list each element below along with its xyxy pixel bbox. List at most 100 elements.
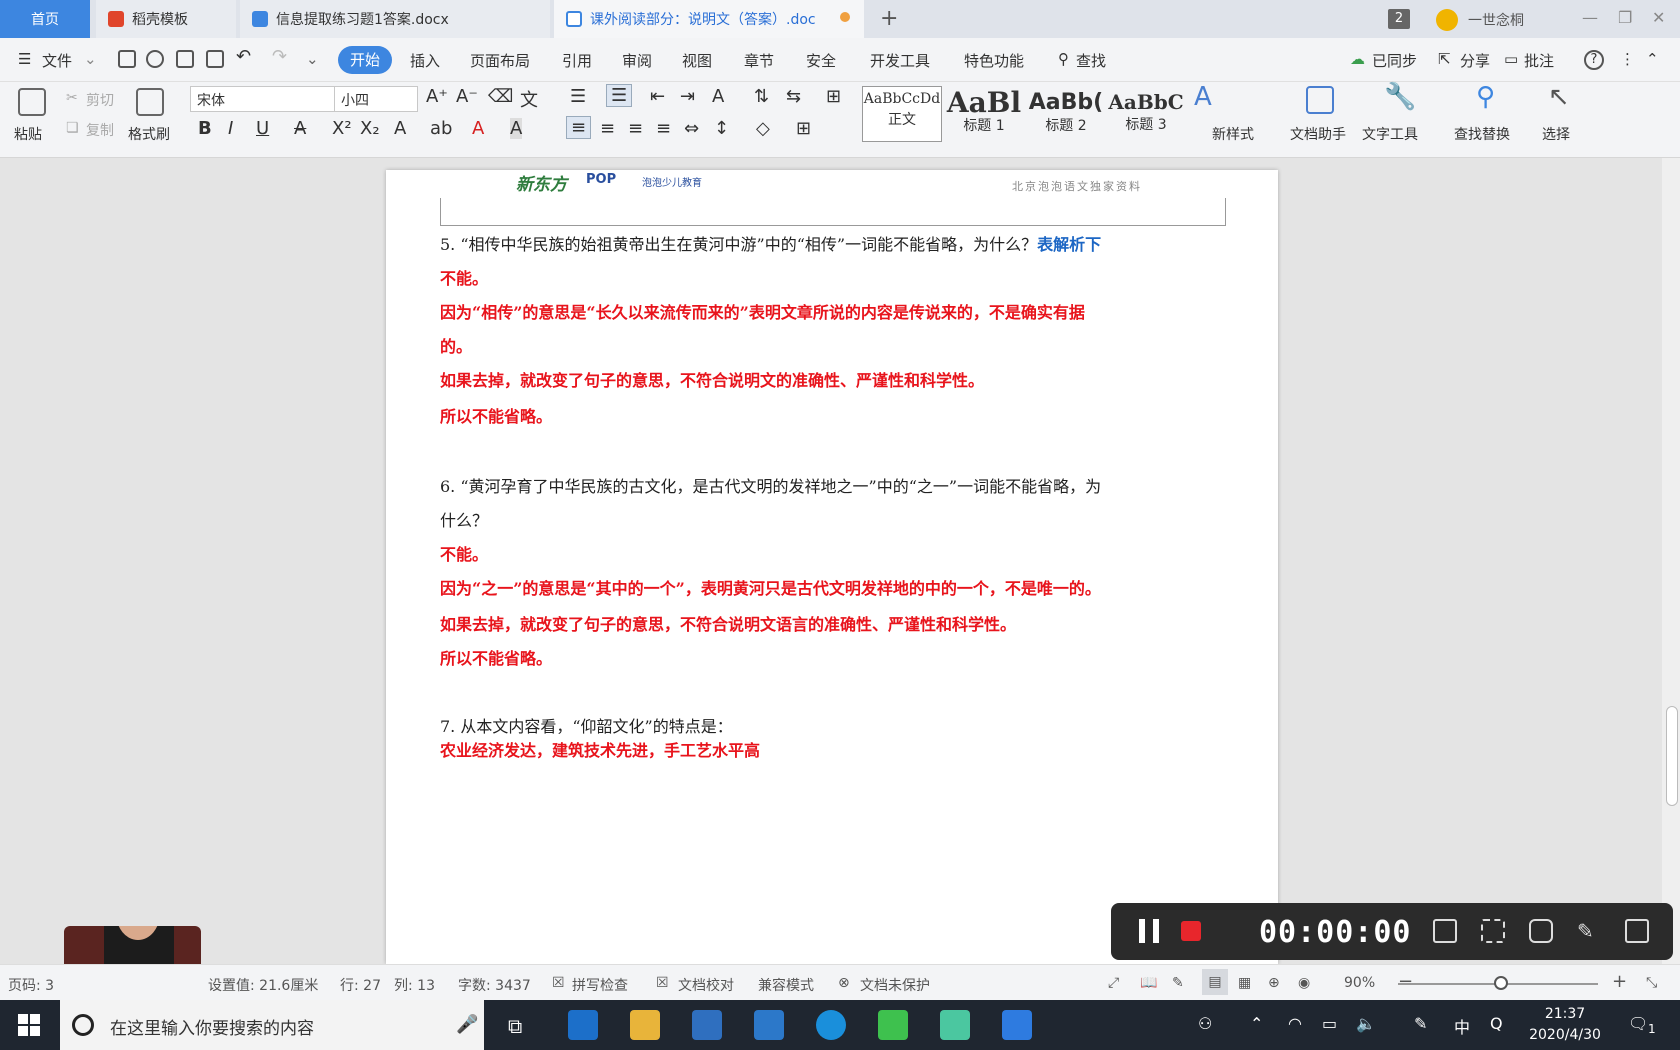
page-number[interactable]: 页码: 3 (8, 975, 54, 995)
recorder-app-icon[interactable] (940, 1010, 970, 1040)
char-shading-icon[interactable]: A (510, 118, 523, 139)
select-button[interactable]: 选择 (1542, 124, 1570, 144)
zoom-slider-knob[interactable] (1494, 976, 1508, 990)
read-mode-icon[interactable]: 📖 (1140, 975, 1157, 991)
tab-stop-icon[interactable]: ⇆ (786, 86, 801, 107)
restore-icon[interactable]: ❐ (1618, 8, 1632, 27)
q5-answer-2[interactable]: 因为“相传”的意思是“长久以来流传而来的”表明文章所说的内容是传说来的，不是确实… (440, 302, 1085, 324)
new-tab-icon[interactable]: + (880, 6, 898, 31)
menu-security[interactable]: 安全 (806, 50, 836, 71)
subscript-icon[interactable]: X₂ (360, 118, 380, 139)
zoom-level[interactable]: 90% (1344, 975, 1375, 991)
undo-icon[interactable]: ↶ (236, 46, 251, 67)
mail-icon[interactable] (754, 1010, 784, 1040)
eye-protect-icon[interactable]: ◉ (1298, 975, 1310, 991)
people-icon[interactable]: ⚇ (1198, 1014, 1212, 1033)
ime-indicator[interactable]: 中 (1454, 1014, 1470, 1038)
stop-record-icon[interactable] (1181, 921, 1201, 941)
q5-answer-4[interactable]: 所以不能省略。 (440, 406, 552, 428)
sync-status[interactable]: 已同步 (1372, 50, 1417, 71)
pen-icon[interactable]: ✎ (1577, 919, 1601, 943)
write-mode-icon[interactable]: ✎ (1172, 975, 1184, 991)
doc-helper-icon[interactable] (1306, 86, 1334, 114)
comment-button[interactable]: 批注 (1524, 50, 1554, 71)
pen-input-icon[interactable]: ✎ (1414, 1014, 1427, 1033)
q5-question[interactable]: 5. “相传中华民族的始祖黄帝出生在黄河中游”中的“相传”一词能不能省略，为什么… (440, 234, 1101, 256)
battery-icon[interactable]: ▭ (1322, 1014, 1337, 1033)
q5-answer-3[interactable]: 如果去掉，就改变了句子的意思，不符合说明文的准确性、严谨性和科学性。 (440, 370, 984, 392)
notification-icon[interactable]: 🗨 (1628, 1014, 1648, 1033)
page-view-icon[interactable]: ▤ (1202, 969, 1228, 995)
web-view-icon[interactable]: ⊕ (1268, 975, 1280, 991)
font-size-select[interactable]: 小四 (334, 86, 418, 112)
word-count[interactable]: 字数: 3437 (458, 975, 531, 995)
position-setting[interactable]: 设置值: 21.6厘米 (208, 975, 318, 995)
pause-icon[interactable] (1139, 919, 1159, 943)
align-center-icon[interactable]: ≡ (600, 118, 615, 139)
scrollbar-thumb[interactable] (1666, 706, 1678, 806)
grow-font-icon[interactable]: A⁺ (426, 86, 448, 107)
menu-special[interactable]: 特色功能 (964, 50, 1024, 71)
paste-button[interactable]: 粘贴 (14, 124, 42, 144)
region-capture-icon[interactable] (1433, 919, 1457, 943)
outdent-icon[interactable]: ⇤ (650, 86, 665, 107)
menu-references[interactable]: 引用 (562, 50, 592, 71)
wrench-icon[interactable]: 🔧 (1384, 82, 1416, 112)
shrink-icon[interactable] (1481, 919, 1505, 943)
tab-doc-active[interactable]: 课外阅读部分：说明文（答案）.doc (554, 0, 864, 38)
text-effect-icon[interactable]: A (394, 118, 406, 139)
tray-expand-icon[interactable]: ⌃ (1250, 1014, 1263, 1033)
menu-chapter[interactable]: 章节 (744, 50, 774, 71)
wifi-icon[interactable]: ◠ (1288, 1014, 1302, 1033)
outline-view-icon[interactable]: ▦ (1238, 975, 1251, 991)
border-icon[interactable]: ⊞ (796, 118, 811, 139)
window-count-badge[interactable]: 2 (1388, 9, 1410, 29)
doc-protect-status[interactable]: 文档未保护 (860, 975, 930, 995)
chevron-down-icon[interactable]: ⌄ (84, 50, 97, 68)
proofread-button[interactable]: 文档校对 (678, 975, 734, 995)
hamburger-icon[interactable]: ☰ (18, 50, 31, 68)
style-normal[interactable]: AaBbCcDd 正文 (862, 86, 942, 142)
select-cursor-icon[interactable]: ↖ (1548, 82, 1570, 112)
new-style-button[interactable]: 新样式 (1212, 124, 1254, 144)
redo-icon[interactable]: ↷ (272, 46, 287, 67)
zoom-in-icon[interactable]: + (1612, 971, 1627, 992)
q7-question[interactable]: 7. 从本文内容看，“仰韶文化”的特点是： (440, 716, 733, 738)
q6-answer-4[interactable]: 所以不能省略。 (440, 648, 552, 670)
more-icon[interactable]: ⋮ (1620, 50, 1635, 68)
menu-developer[interactable]: 开发工具 (870, 50, 930, 71)
microphone-icon[interactable]: 🎤 (456, 1014, 478, 1035)
font-name-select[interactable]: 宋体 (190, 86, 336, 112)
zoom-out-icon[interactable]: − (1398, 971, 1413, 992)
unsaved-dot-icon[interactable] (840, 12, 850, 22)
q5-answer-2b[interactable]: 的。 (440, 336, 472, 358)
style-heading-3[interactable]: AaBbC 标题 3 (1106, 86, 1186, 142)
text-tools-button[interactable]: 文字工具 (1362, 124, 1418, 144)
format-painter-button[interactable]: 格式刷 (128, 124, 170, 144)
save-icon[interactable] (118, 50, 136, 68)
print-preview-icon[interactable] (206, 50, 224, 68)
copy-button[interactable]: 复制 (86, 120, 114, 140)
find-replace-button[interactable]: 查找替换 (1454, 124, 1510, 144)
style-heading-1[interactable]: AaBl 标题 1 (944, 86, 1024, 142)
distribute-icon[interactable]: ⇔ (684, 118, 699, 139)
fit-page-icon[interactable]: ⤡ (1646, 975, 1657, 991)
store-icon[interactable] (692, 1010, 722, 1040)
q6-answer-3[interactable]: 如果去掉，就改变了句子的意思，不符合说明文语言的准确性、严谨性和科学性。 (440, 614, 1016, 636)
wps-taskbar-icon[interactable] (1002, 1010, 1032, 1040)
paste-icon[interactable] (18, 88, 46, 116)
q5-answer-1[interactable]: 不能。 (440, 268, 488, 290)
highlight-icon[interactable]: ab (430, 118, 452, 139)
window-mode-icon[interactable] (1625, 919, 1649, 943)
sort-icon[interactable]: ⇅ (754, 86, 769, 107)
vertical-scrollbar[interactable] (1662, 158, 1680, 964)
shading-icon[interactable]: ◇ (756, 118, 770, 139)
menu-review[interactable]: 审阅 (622, 50, 652, 71)
taskbar-search-box[interactable]: 在这里输入你要搜索的内容 🎤 (60, 1000, 484, 1050)
wps-tray-icon[interactable]: Q (1490, 1014, 1503, 1033)
q6-question-b[interactable]: 什么？ (440, 510, 488, 532)
tab-doc-1[interactable]: 信息提取练习题1答案.docx (240, 0, 550, 38)
volume-icon[interactable]: 🔈 (1356, 1014, 1376, 1033)
cut-button[interactable]: 剪切 (86, 90, 114, 110)
tab-template[interactable]: 稻壳模板 (96, 0, 236, 38)
